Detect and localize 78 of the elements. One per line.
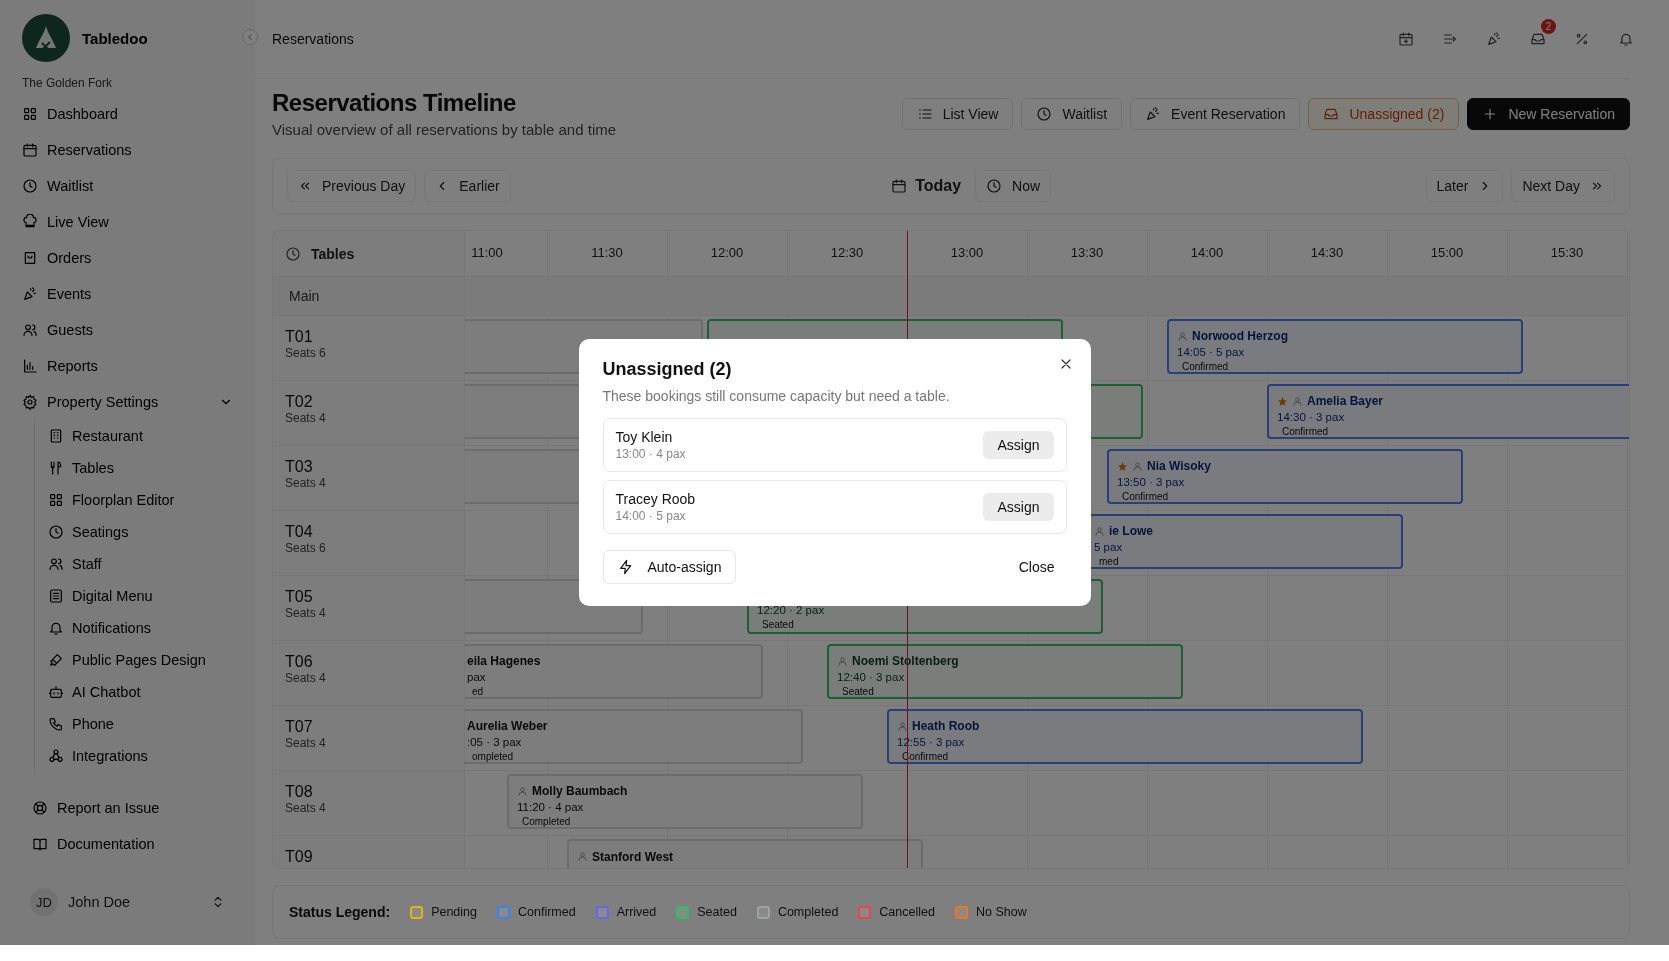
status-label: med: [1099, 555, 1120, 567]
table-seats: Seats 4: [285, 671, 464, 685]
table-name: T09: [285, 848, 314, 866]
guest-name: ie Lowe: [1109, 524, 1153, 538]
time-label: 14:00: [1189, 245, 1225, 260]
table-name: T05: [285, 588, 314, 606]
booking-time: pax: [467, 670, 487, 685]
booking-time: 5 pax: [1094, 540, 1124, 555]
guest-name: eila Hagenes: [467, 654, 541, 668]
status-label: ed: [472, 685, 485, 697]
time-label: 13:00: [949, 245, 985, 260]
time-label: 15:30: [1549, 245, 1585, 260]
table-name: T06: [285, 653, 314, 671]
legend-label: Confirmed: [518, 905, 576, 919]
table-seats: Seats 6: [285, 346, 464, 360]
user-name: John Doe: [68, 894, 132, 910]
time-label: 11:00: [470, 245, 504, 260]
modal-title: Unassigned (2): [602, 359, 733, 380]
status-label: Confirmed: [1282, 425, 1330, 437]
legend-label: Cancelled: [879, 905, 935, 919]
legend-label: Pending: [431, 905, 477, 919]
guest-name: Stanford West: [592, 849, 674, 864]
table-name: T04: [285, 523, 314, 541]
guest-name: Tracey Roob: [615, 491, 696, 507]
status-label: Completed: [522, 815, 572, 827]
time-label: 11:30: [590, 245, 624, 260]
table-name: T07: [285, 718, 314, 736]
guest-name: Heath Roob: [912, 719, 980, 733]
user-initials: JD: [30, 888, 58, 916]
table-name: T03: [285, 458, 314, 476]
column-header: Tables: [311, 245, 355, 262]
legend-label: Arrived: [616, 905, 657, 919]
property-name: The Golden Fork: [22, 76, 114, 90]
table-seats: Seats 4: [285, 736, 464, 750]
guest-name: Nia Wisoky: [1147, 459, 1211, 473]
booking-time: 14:30 · 3 pax: [1277, 410, 1346, 425]
table-seats: Seats 6: [285, 541, 464, 555]
guest-name: Norwood Herzog: [1192, 329, 1288, 343]
time-label: 14:30: [1309, 245, 1345, 260]
table-name: T08: [285, 783, 314, 801]
booking-time: 11:20 · 4 pax: [517, 800, 585, 815]
breadcrumb: Reservations: [272, 31, 354, 47]
status-label: Confirmed: [1122, 490, 1170, 502]
section-label: Main: [289, 288, 320, 304]
booking-time: 13:50 · 3 pax: [1117, 475, 1186, 490]
table-seats: Seats 4: [285, 606, 464, 620]
table-seats: Seats 4: [285, 411, 464, 425]
guest-name: Toy Klein: [615, 429, 674, 445]
page-subtitle: Visual overview of all reservations by table and time: [272, 121, 617, 138]
time-label: 12:00: [709, 245, 745, 260]
guest-name: Aurelia Weber: [467, 719, 548, 733]
table-name: T01: [285, 328, 314, 346]
booking-time: 13:00 · 4 pax: [615, 447, 686, 461]
table-seats: Seats 4: [285, 476, 464, 490]
booking-time: 14:05 · 5 pax: [1177, 345, 1246, 360]
booking-time: 12:20 · 2 pax: [757, 603, 826, 618]
legend-label: Seated: [697, 905, 737, 919]
table-seats: Seats 4: [285, 801, 464, 815]
page-title: Reservations Timeline: [272, 89, 517, 117]
table-name: T02: [285, 393, 314, 411]
time-label: 12:30: [829, 245, 865, 260]
status-label: Confirmed: [1182, 360, 1230, 372]
modal-description: These bookings still consume capacity but need a table.: [602, 388, 951, 404]
guest-name: Amelia Bayer: [1307, 394, 1384, 408]
notification-badge: 2: [1541, 19, 1556, 34]
booking-time: 12:40 · 3 pax: [837, 670, 906, 685]
status-label: Seated: [842, 685, 875, 697]
status-label: Seated: [762, 618, 795, 632]
time-label: 15:00: [1429, 245, 1465, 260]
guest-name: Molly Baumbach: [532, 784, 628, 798]
legend-title: Status Legend:: [289, 904, 391, 920]
brand-name: Tabledoo: [82, 29, 148, 47]
status-label: ompleted: [472, 750, 515, 762]
time-label: 13:30: [1069, 245, 1105, 260]
legend-label: Completed: [777, 905, 839, 919]
booking-time: 14:00 · 5 pax: [615, 509, 687, 523]
legend-label: No Show: [975, 905, 1027, 919]
booking-time: :05 · 3 pax: [467, 735, 523, 750]
